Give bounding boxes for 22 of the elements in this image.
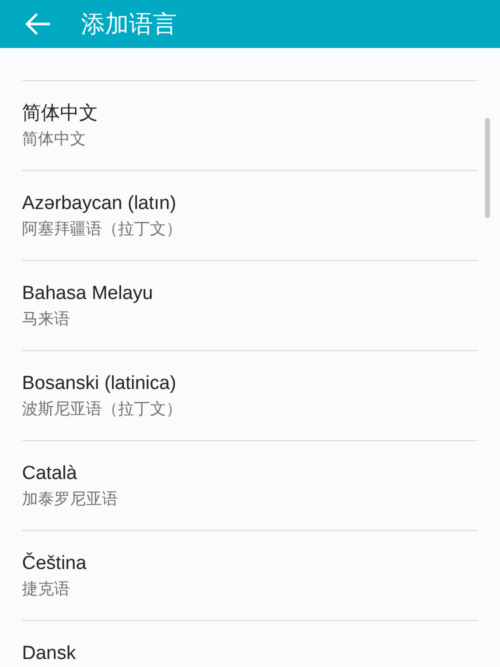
language-name: Čeština xyxy=(22,551,86,576)
app-bar-title: 添加语言 xyxy=(81,12,177,36)
language-name: Dansk xyxy=(22,642,76,666)
language-item[interactable]: Català 加泰罗尼亚语 xyxy=(22,441,478,531)
language-translation: 马来语 xyxy=(22,308,70,330)
language-translation: 捷克语 xyxy=(22,578,70,600)
language-name: Català xyxy=(22,462,77,486)
language-item[interactable]: 简体中文 简体中文 xyxy=(22,81,478,171)
language-item[interactable]: Azərbaycan (latın) 阿塞拜疆语（拉丁文） xyxy=(22,171,478,261)
language-name: 简体中文 xyxy=(22,102,98,126)
language-translation: 简体中文 xyxy=(22,128,86,150)
back-icon[interactable] xyxy=(24,12,52,36)
language-translation: 加泰罗尼亚语 xyxy=(22,488,118,510)
language-name: Azərbaycan (latın) xyxy=(22,192,176,216)
language-item[interactable]: Bosanski (latinica) 波斯尼亚语（拉丁文） xyxy=(22,351,478,441)
language-translation: 波斯尼亚语（拉丁文） xyxy=(22,398,182,420)
language-name: Bahasa Melayu xyxy=(22,282,153,306)
language-item[interactable]: Dansk xyxy=(22,621,478,667)
language-item[interactable]: Čeština 捷克语 xyxy=(22,531,478,621)
language-translation: 阿塞拜疆语（拉丁文） xyxy=(22,218,182,240)
language-item[interactable]: Bahasa Melayu 马来语 xyxy=(22,261,478,351)
language-name: Bosanski (latinica) xyxy=(22,372,176,396)
